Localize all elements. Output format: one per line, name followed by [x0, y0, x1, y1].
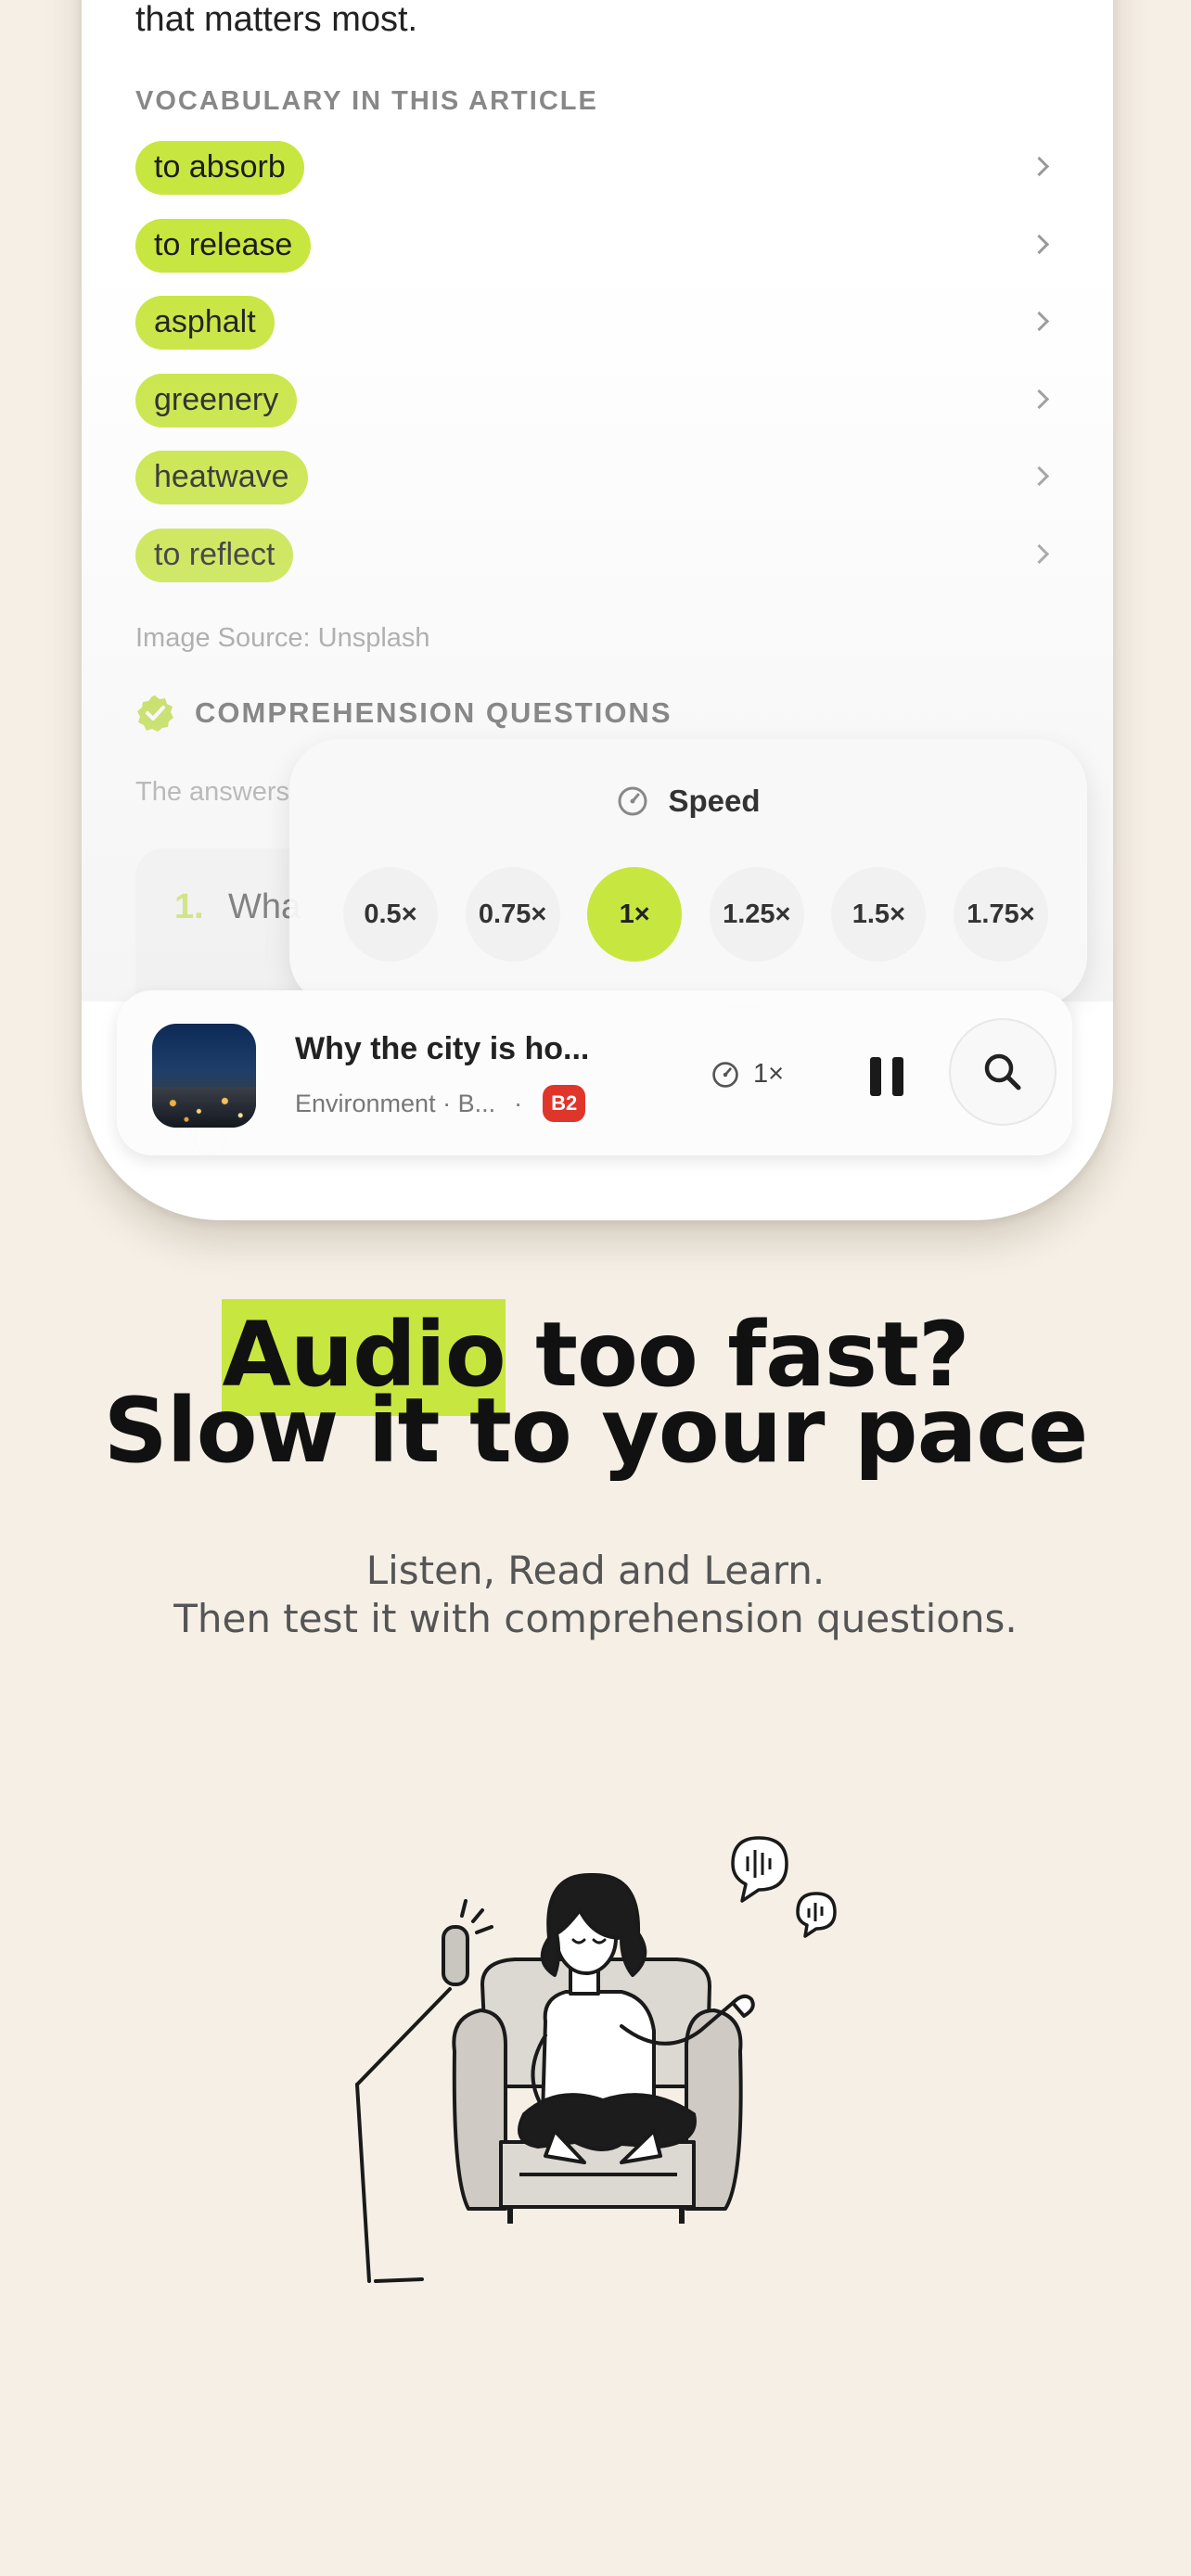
pause-icon: [870, 1057, 881, 1096]
player-meta: Environment · B... · B2: [295, 1085, 586, 1122]
question-number: 1.: [174, 887, 204, 926]
vocab-item[interactable]: to absorb: [135, 141, 1054, 219]
search-icon: [984, 1053, 1021, 1090]
speed-option[interactable]: 1.75×: [953, 867, 1048, 962]
comprehension-heading: COMPREHENSION QUESTIONS: [195, 696, 672, 729]
speed-title: Speed: [668, 784, 761, 818]
answers-hint: The answers: [135, 777, 290, 807]
speed-option[interactable]: 1.5×: [831, 867, 927, 962]
city-lights-image: [152, 1087, 256, 1128]
vocab-item[interactable]: to release: [135, 218, 1054, 297]
vocabulary-list: to absorb to release asphalt greenery he…: [135, 141, 1054, 606]
subheadline: Listen, Read and Learn. Then test it wit…: [0, 1547, 1191, 1643]
player-title[interactable]: Why the city is ho...: [295, 1031, 589, 1067]
chevron-right-icon: [1029, 389, 1050, 409]
speedometer-icon: [618, 786, 647, 816]
level-badge: B2: [543, 1085, 586, 1122]
chevron-right-icon: [1029, 543, 1050, 564]
comprehension-header: COMPREHENSION QUESTIONS: [135, 694, 672, 733]
image-source: Image Source: Unsplash: [135, 623, 430, 653]
speed-value: 1×: [753, 1059, 785, 1089]
vocab-chip[interactable]: to reflect: [135, 528, 294, 582]
vocab-item[interactable]: greenery: [135, 373, 1054, 452]
vocab-item[interactable]: asphalt: [135, 296, 1054, 374]
verified-check-icon: [137, 695, 173, 732]
vocab-chip[interactable]: to release: [135, 218, 312, 273]
vocab-chip[interactable]: to absorb: [135, 141, 304, 195]
subtext-line-1: Listen, Read and Learn.: [365, 1548, 826, 1593]
chevron-right-icon: [1029, 234, 1050, 254]
vocabulary-heading: VOCABULARY IN THIS ARTICLE: [135, 86, 598, 116]
listener-illustration: [355, 1836, 837, 2283]
speech-bubble-icon: [731, 1836, 837, 1938]
speed-option[interactable]: 1.25×: [709, 867, 804, 962]
chevron-right-icon: [1029, 156, 1050, 177]
article-text: that matters most.: [135, 0, 418, 39]
speed-popup-header: Speed: [289, 784, 1087, 819]
vocab-item[interactable]: heatwave: [135, 451, 1054, 529]
player-category: Environment · B...: [295, 1089, 496, 1117]
vocab-chip[interactable]: heatwave: [135, 451, 308, 504]
speed-option[interactable]: 0.75×: [465, 867, 560, 962]
article-thumbnail: [152, 1024, 256, 1128]
search-button[interactable]: [951, 1020, 1055, 1124]
vocab-chip[interactable]: greenery: [135, 373, 298, 427]
vocab-item[interactable]: to reflect: [135, 528, 1054, 606]
speed-option-selected[interactable]: 1×: [587, 867, 683, 962]
subtext-line-2: Then test it with comprehension question…: [173, 1596, 1018, 1641]
pause-icon: [892, 1057, 903, 1096]
speed-popup: Speed 0.5× 0.75× 1× 1.25× 1.5× 1.75×: [289, 739, 1087, 1006]
chevron-right-icon: [1029, 311, 1050, 332]
speed-option[interactable]: 0.5×: [343, 867, 438, 962]
speed-options: 0.5× 0.75× 1× 1.25× 1.5× 1.75×: [343, 867, 1048, 962]
meta-separator: ·: [514, 1089, 523, 1117]
headline: Audio too fast? Slow it to your pace: [0, 1299, 1191, 1483]
mini-player[interactable]: Why the city is ho... Environment · B...…: [117, 990, 1072, 1155]
pause-button[interactable]: [870, 1057, 903, 1096]
vocab-chip[interactable]: asphalt: [135, 296, 275, 350]
headline-line-2: Slow it to your pace: [103, 1379, 1089, 1483]
speedometer-icon: [712, 1061, 738, 1088]
speed-button[interactable]: 1×: [711, 1059, 784, 1090]
chevron-right-icon: [1029, 465, 1050, 487]
